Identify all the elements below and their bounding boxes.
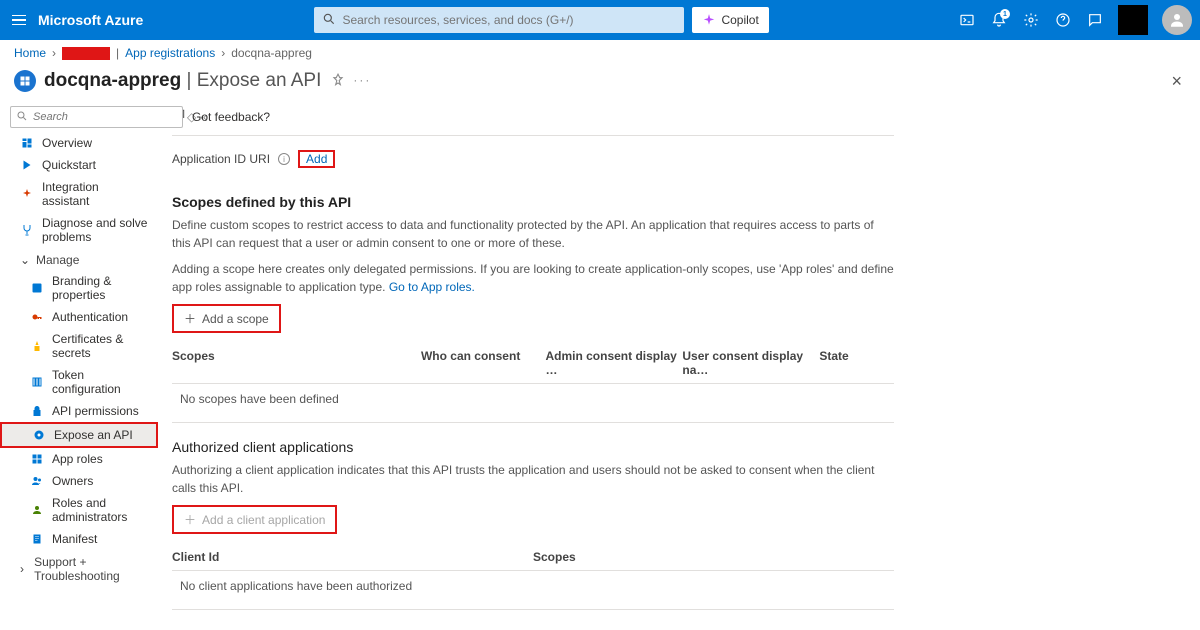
clients-empty: No client applications have been authori… — [172, 571, 894, 610]
sidebar-section-manage[interactable]: ⌄ Manage — [0, 248, 158, 270]
sidebar-item-app-roles[interactable]: App roles — [0, 448, 158, 470]
chevron-right-icon: › — [20, 562, 28, 576]
user-avatar[interactable] — [1162, 5, 1192, 35]
close-icon[interactable]: × — [1171, 71, 1186, 92]
sidebar-item-authentication[interactable]: Authentication — [0, 306, 158, 328]
go-to-app-roles-link[interactable]: Go to App roles. — [389, 280, 475, 294]
integration-icon — [20, 187, 34, 201]
breadcrumb-current: docqna-appreg — [231, 46, 312, 60]
owners-icon — [30, 474, 44, 488]
global-search-input[interactable] — [314, 7, 684, 33]
col-scopes2: Scopes — [533, 550, 894, 564]
plus-icon: ＋ — [184, 511, 196, 528]
sidebar-item-token[interactable]: Token configuration — [0, 364, 158, 400]
chevron-right-icon: › — [52, 46, 56, 60]
scopes-heading: Scopes defined by this API — [172, 194, 894, 210]
col-scopes: Scopes — [172, 349, 421, 377]
quickstart-icon — [20, 158, 34, 172]
overview-icon — [20, 136, 34, 150]
feedback-link[interactable]: Got feedback? — [192, 110, 270, 124]
breadcrumb: Home › | App registrations › docqna-appr… — [0, 40, 1200, 66]
col-state: State — [819, 349, 894, 377]
col-who: Who can consent — [421, 349, 545, 377]
col-clientid: Client Id — [172, 550, 533, 564]
app-icon — [14, 70, 36, 92]
sidebar-item-expose-api[interactable]: Expose an API — [0, 422, 158, 448]
page-title: docqna-appreg | Expose an API — [44, 70, 321, 92]
chevron-right-icon: › — [221, 46, 225, 60]
sidebar-search-input[interactable] — [10, 106, 183, 128]
col-admin: Admin consent display … — [545, 349, 682, 377]
auth-icon — [30, 310, 44, 324]
page-title-row: docqna-appreg | Expose an API ··· × — [0, 66, 1200, 102]
scopes-desc1: Define custom scopes to restrict access … — [172, 216, 894, 252]
cloud-shell-icon[interactable] — [958, 11, 976, 29]
settings-icon[interactable] — [1022, 11, 1040, 29]
app-roles-icon — [30, 452, 44, 466]
tenant-redacted — [1118, 5, 1148, 35]
chevron-down-icon: ⌄ — [20, 253, 30, 267]
expose-icon — [32, 428, 46, 442]
appid-label: Application ID URI — [172, 152, 270, 166]
col-user: User consent display na… — [682, 349, 819, 377]
sidebar-item-quickstart[interactable]: Quickstart — [0, 154, 158, 176]
breadcrumb-home[interactable]: Home — [14, 46, 46, 60]
manifest-icon — [30, 532, 44, 546]
notification-count: 1 — [1000, 9, 1010, 19]
sidebar-item-manifest[interactable]: Manifest — [0, 528, 158, 550]
main-content: Got feedback? Application ID URI i Add S… — [158, 102, 908, 630]
sidebar-item-roles-admin[interactable]: Roles and administrators — [0, 492, 158, 528]
breadcrumb-redacted — [62, 47, 110, 60]
brand-label: Microsoft Azure — [38, 12, 143, 28]
help-icon[interactable] — [1054, 11, 1072, 29]
info-icon[interactable]: i — [278, 153, 290, 165]
pin-icon[interactable] — [331, 73, 345, 90]
branding-icon — [30, 281, 44, 295]
search-icon — [16, 110, 28, 125]
feedback-icon[interactable] — [1086, 11, 1104, 29]
diagnose-icon — [20, 223, 34, 237]
sidebar-item-diagnose[interactable]: Diagnose and solve problems — [0, 212, 158, 248]
sidebar-item-overview[interactable]: Overview — [0, 132, 158, 154]
clients-table: Client Id Scopes No client applications … — [172, 544, 894, 610]
clients-desc: Authorizing a client application indicat… — [172, 461, 894, 497]
sidebar-item-branding[interactable]: Branding & properties — [0, 270, 158, 306]
copilot-button[interactable]: Copilot — [692, 7, 768, 33]
roles-admin-icon — [30, 503, 44, 517]
copilot-label: Copilot — [721, 13, 758, 27]
scopes-table: Scopes Who can consent Admin consent dis… — [172, 343, 894, 423]
add-scope-button[interactable]: ＋ Add a scope — [172, 304, 281, 333]
menu-toggle[interactable] — [8, 9, 30, 31]
certificates-icon — [30, 339, 44, 353]
sidebar-section-support[interactable]: › Support + Troubleshooting — [0, 550, 158, 586]
token-icon — [30, 375, 44, 389]
sidebar-item-owners[interactable]: Owners — [0, 470, 158, 492]
scopes-desc2: Adding a scope here creates only delegat… — [172, 260, 894, 296]
azure-topbar: Microsoft Azure Copilot 1 — [0, 0, 1200, 40]
breadcrumb-appreg[interactable]: App registrations — [125, 46, 215, 60]
notifications-icon[interactable]: 1 — [990, 11, 1008, 29]
clients-heading: Authorized client applications — [172, 439, 894, 455]
scopes-empty: No scopes have been defined — [172, 384, 894, 423]
search-icon — [322, 12, 336, 29]
sidebar-item-integration[interactable]: Integration assistant — [0, 176, 158, 212]
add-appid-link[interactable]: Add — [298, 150, 335, 168]
sidebar-item-api-permissions[interactable]: API permissions — [0, 400, 158, 422]
api-perm-icon — [30, 404, 44, 418]
more-icon[interactable]: ··· — [353, 73, 371, 90]
sidebar-item-certificates[interactable]: Certificates & secrets — [0, 328, 158, 364]
add-client-button[interactable]: ＋ Add a client application — [172, 505, 337, 534]
plus-icon: ＋ — [184, 310, 196, 327]
sidebar: ◇ « Overview Quickstart Integration assi… — [0, 102, 158, 630]
